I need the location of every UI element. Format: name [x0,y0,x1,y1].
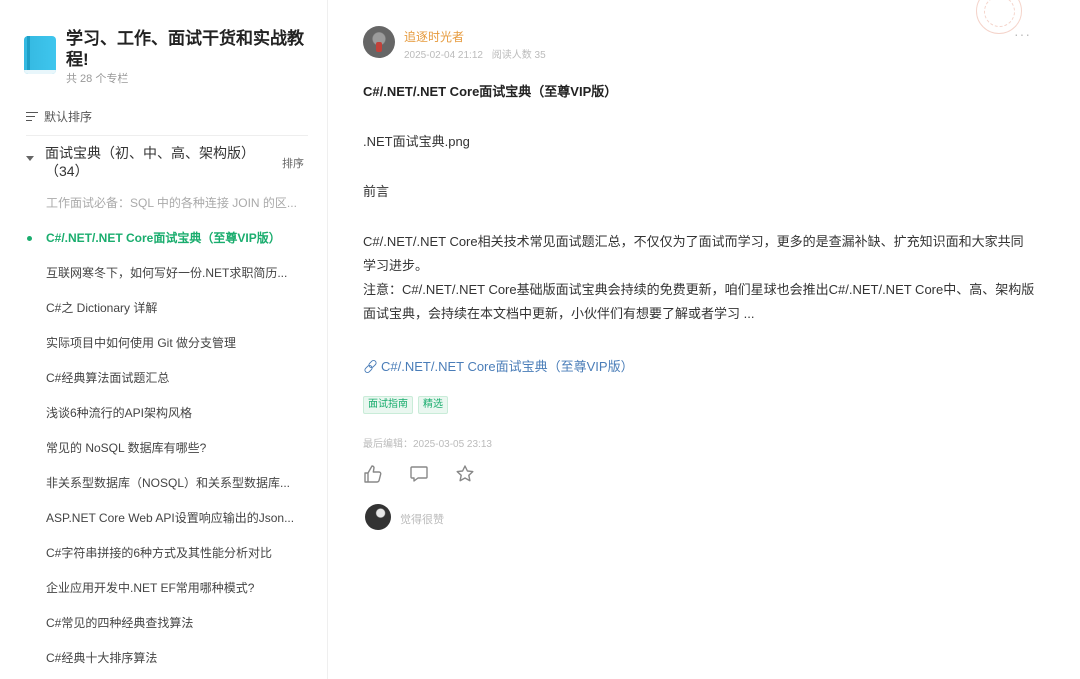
sidebar: 学习、工作、面试干货和实战教程! 共 28 个专栏 默认排序 面试宝典（初、中、… [0,0,328,679]
sidebar-article-label: C#常见的四种经典查找算法 [46,616,194,630]
sidebar-article-label: 常见的 NoSQL 数据库有哪些? [46,441,207,455]
post-body: C#/.NET/.NET Core相关技术常见面试题汇总，不仅仅为了面试而学习，… [363,230,1035,326]
comment-icon[interactable] [409,464,429,484]
sidebar-article-item[interactable]: C#常见的四种经典查找算法 [0,606,328,641]
sidebar-article-label: 实际项目中如何使用 Git 做分支管理 [46,336,237,350]
sidebar-article-item[interactable]: 工作面试必备：SQL 中的各种连接 JOIN 的区... [0,186,328,221]
sidebar-article-label: 浅谈6种流行的API架构风格 [46,406,193,420]
like-icon[interactable] [363,464,383,484]
sidebar-article-label: C#经典十大排序算法 [46,651,158,665]
sidebar-article-item[interactable]: C#之 Dictionary 详解 [0,291,328,326]
sidebar-article-label: C#字符串拼接的6种方式及其性能分析对比 [46,546,273,560]
post-title: C#/.NET/.NET Core面试宝典（至尊VIP版） [363,84,618,99]
image-filename: .NET面试宝典.png [363,134,470,149]
group-sort-button[interactable]: 排序 [282,155,304,171]
sidebar-article-item[interactable]: 常见的 NoSQL 数据库有哪些? [0,431,328,466]
star-icon[interactable] [455,464,475,484]
sidebar-article-item[interactable]: 互联网寒冬下，如何写好一份.NET求职简历... [0,256,328,291]
active-dot-icon [27,236,32,241]
sidebar-article-label: C#之 Dictionary 详解 [46,301,158,315]
last-edited: 最后编辑：2025-03-05 23:13 [363,439,492,450]
more-icon[interactable]: ··· [1014,26,1031,42]
tag[interactable]: 面试指南 [363,396,413,414]
sidebar-article-label: C#经典算法面试题汇总 [46,371,170,385]
body-paragraph: 注意：C#/.NET/.NET Core基础版面试宝典会持续的免费更新，咱们星球… [363,282,1035,321]
sidebar-article-label: 互联网寒冬下，如何写好一份.NET求职简历... [46,266,288,280]
sidebar-article-item[interactable]: 企业应用开发中.NET EF常用哪种模式? [0,571,328,606]
tag[interactable]: 精选 [418,396,448,414]
sort-toggle[interactable]: 默认排序 [26,108,92,125]
article-link-text: C#/.NET/.NET Core面试宝典（至尊VIP版） [381,359,634,374]
sidebar-article-item[interactable]: C#经典算法面试题汇总 [0,361,328,396]
sidebar-article-label: 工作面试必备：SQL 中的各种连接 JOIN 的区... [46,196,297,210]
sidebar-article-item[interactable]: 浅谈6种流行的API架构风格 [0,396,328,431]
sidebar-article-item[interactable]: 实际项目中如何使用 Git 做分支管理 [0,326,328,361]
sidebar-article-label: C#/.NET/.NET Core面试宝典（至尊VIP版） [46,231,281,245]
preface-heading: 前言 [363,184,390,199]
sidebar-article-item[interactable]: ASP.NET Core Web API设置响应输出的Json... [0,501,328,536]
sort-icon [26,111,38,122]
sidebar-article-item[interactable]: C#字符串拼接的6种方式及其性能分析对比 [0,536,328,571]
book-icon [24,36,56,74]
post-meta: 2025-02-04 21:12 阅读人数 35 [404,46,546,61]
liker-avatar[interactable] [365,504,391,530]
sidebar-article-item[interactable]: C#经典十大排序算法 [0,641,328,676]
article-list: 工作面试必备：SQL 中的各种连接 JOIN 的区... C#/.NET/.NET… [0,186,328,676]
article-link[interactable]: C#/.NET/.NET Core面试宝典（至尊VIP版） [364,356,634,375]
sidebar-article-item[interactable]: C#/.NET/.NET Core面试宝典（至尊VIP版） [0,221,328,256]
author-name[interactable]: 追逐时光者 [404,28,464,45]
body-paragraph: C#/.NET/.NET Core相关技术常见面试题汇总，不仅仅为了面试而学习，… [363,234,1024,273]
liker-label: 觉得很赞 [400,514,444,526]
sidebar-article-label: 企业应用开发中.NET EF常用哪种模式? [46,581,255,595]
tag-list: 面试指南 精选 [363,396,448,414]
post-date: 2025-02-04 21:12 [404,50,483,61]
action-bar [363,464,475,484]
sidebar-article-item[interactable]: 非关系型数据库（NOSQL）和关系型数据库... [0,466,328,501]
sidebar-article-label: 非关系型数据库（NOSQL）和关系型数据库... [46,476,291,490]
link-icon [364,360,376,372]
read-count: 阅读人数 35 [491,50,546,61]
sidebar-article-label: ASP.NET Core Web API设置响应输出的Json... [46,511,295,525]
divider [26,135,308,136]
group-title[interactable]: 面试宝典（初、中、高、架构版）（34） [45,144,265,180]
column-count: 共 28 个专栏 [66,73,129,85]
author-avatar[interactable] [363,26,395,58]
sort-label: 默认排序 [44,110,93,124]
column-title: 学习、工作、面试干货和实战教程! [66,29,304,69]
post-panel: ··· 追逐时光者 2025-02-04 21:12 阅读人数 35 C#/.N… [328,0,1080,679]
caret-down-icon[interactable] [26,156,34,161]
